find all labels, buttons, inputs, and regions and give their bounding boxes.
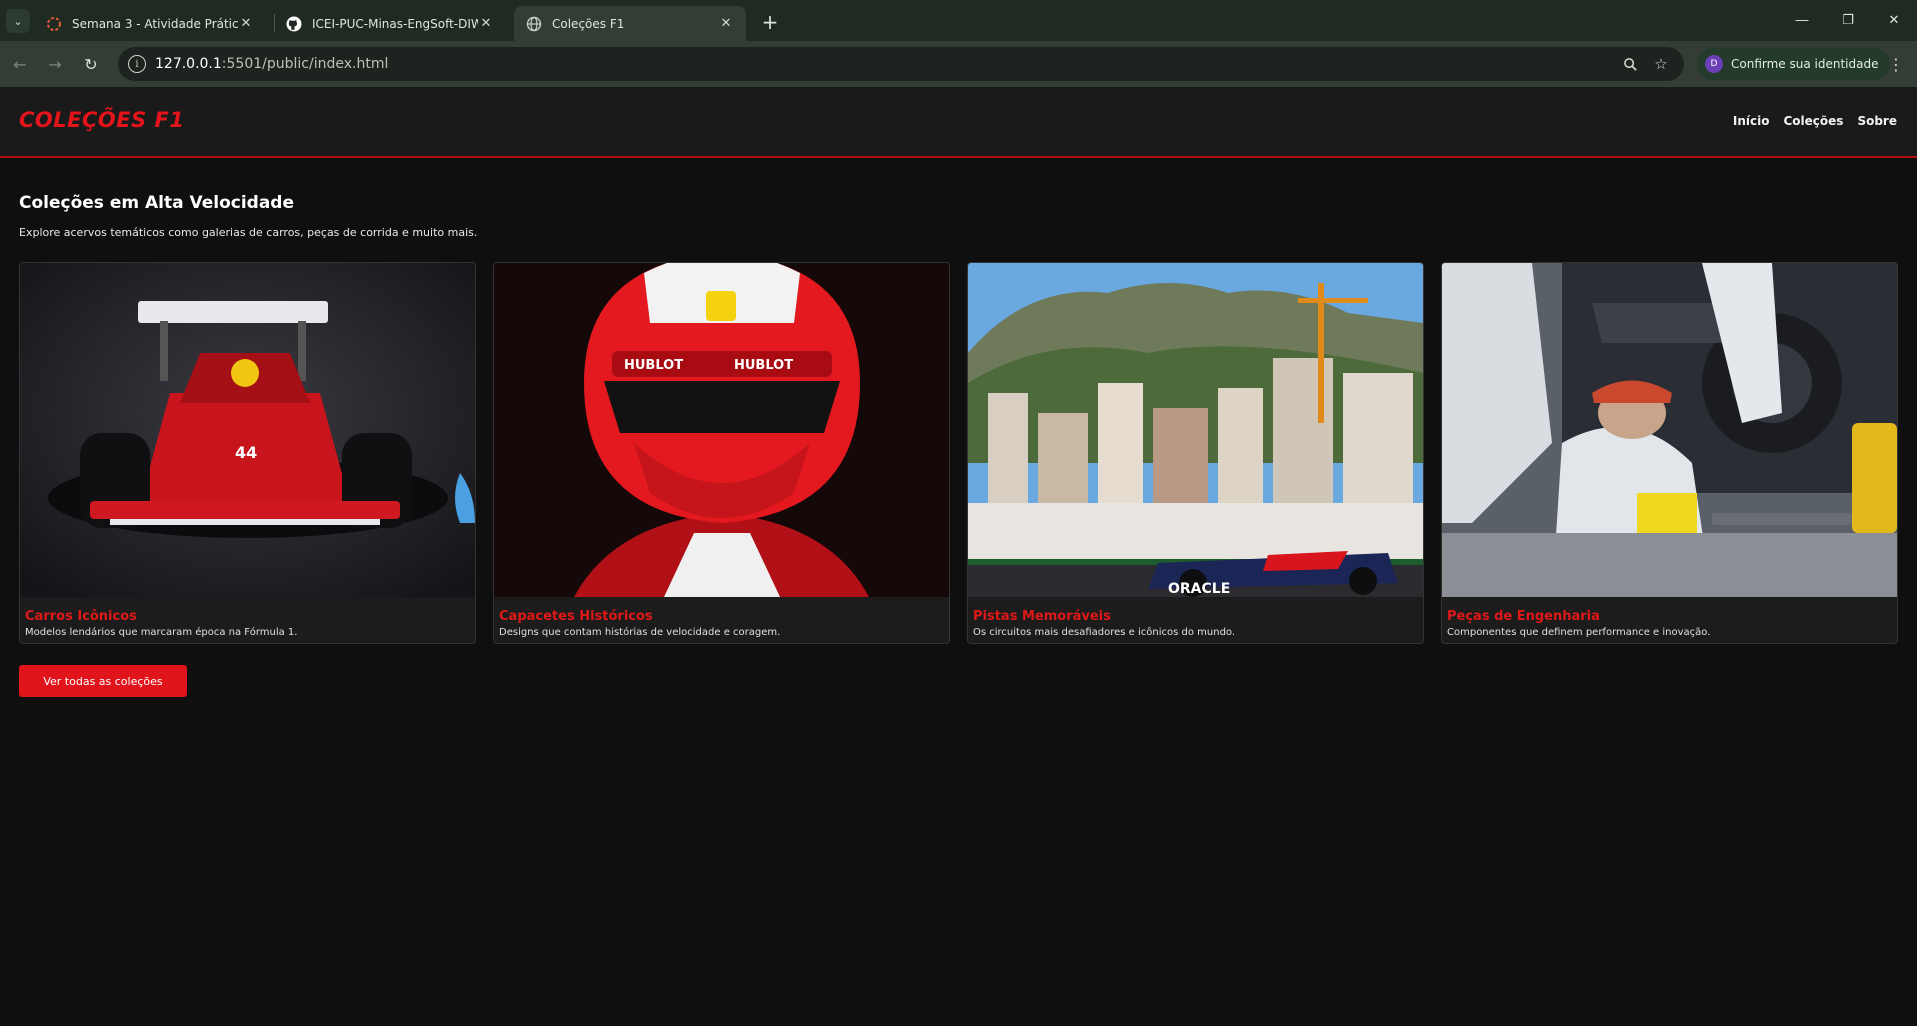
chevron-down-icon: ⌄	[13, 14, 23, 28]
close-icon: ✕	[1888, 12, 1900, 28]
new-tab-button[interactable]: +	[756, 8, 784, 36]
card-image-engineering	[1442, 263, 1897, 597]
site-header: COLEÇÕES F1 Início Coleções Sobre	[0, 87, 1917, 158]
browser-tab-atividade[interactable]: Semana 3 - Atividade Prática ✕	[34, 6, 266, 41]
tab-title: Semana 3 - Atividade Prática	[72, 16, 238, 31]
reload-icon: ↻	[84, 54, 98, 74]
zoom-icon[interactable]	[1620, 54, 1640, 74]
collection-card[interactable]: HUBLOT HUBLOT Capacetes Históricos Desig…	[493, 262, 950, 644]
card-description: Os circuitos mais desafiadores e icônico…	[973, 627, 1236, 638]
site-nav: Início Coleções Sobre	[1733, 114, 1897, 128]
collection-card[interactable]: 44 Carros Icônicos Modelos lendários que…	[19, 262, 476, 644]
card-title[interactable]: Capacetes Históricos	[499, 609, 653, 624]
view-all-collections-button[interactable]: Ver todas as coleções	[19, 665, 187, 697]
collection-cards: 44 Carros Icônicos Modelos lendários que…	[19, 262, 1898, 644]
url-host: 127.0.0.1	[155, 56, 222, 72]
close-tab-icon[interactable]: ✕	[718, 16, 734, 31]
profile-button[interactable]: D Confirme sua identidade	[1697, 48, 1891, 80]
browser-tab-colecoes[interactable]: Coleções F1 ✕	[514, 6, 746, 41]
card-image-helmet: HUBLOT HUBLOT	[494, 263, 949, 597]
nav-link-sobre[interactable]: Sobre	[1857, 114, 1897, 128]
bookmark-star-icon[interactable]: ☆	[1651, 54, 1671, 74]
site-logo[interactable]: COLEÇÕES F1	[19, 108, 185, 132]
card-image-track: ORACLE	[968, 263, 1423, 597]
card-title[interactable]: Peças de Engenharia	[1447, 609, 1600, 624]
minimize-icon: ―	[1795, 12, 1809, 28]
section-title: Coleções em Alta Velocidade	[19, 193, 295, 213]
url-text[interactable]: 127.0.0.1:5501/public/index.html	[155, 56, 388, 72]
svg-text:ORACLE: ORACLE	[1168, 581, 1230, 597]
arrow-right-icon: →	[48, 54, 62, 74]
browser-tab-strip: ⌄ Semana 3 - Atividade Prática ✕ ICEI-PU…	[0, 0, 1917, 41]
browser-toolbar: ← → ↻ i 127.0.0.1:5501/public/index.html…	[0, 41, 1917, 87]
forward-button[interactable]: →	[40, 49, 70, 79]
nav-link-colecoes[interactable]: Coleções	[1784, 114, 1844, 128]
close-window-button[interactable]: ✕	[1871, 0, 1917, 40]
card-description: Modelos lendários que marcaram época na …	[25, 627, 298, 638]
browser-menu-icon[interactable]: ⋮	[1885, 53, 1907, 75]
close-tab-icon[interactable]: ✕	[478, 16, 494, 31]
restore-button[interactable]: ❐	[1825, 0, 1871, 40]
back-button[interactable]: ←	[5, 49, 35, 79]
site-info-icon[interactable]: i	[128, 55, 146, 73]
address-bar[interactable]: i 127.0.0.1:5501/public/index.html ☆	[118, 47, 1684, 81]
url-path: :5501/public/index.html	[221, 56, 389, 72]
card-description: Designs que contam histórias de velocida…	[499, 627, 781, 638]
close-tab-icon[interactable]: ✕	[238, 16, 254, 31]
svg-text:HUBLOT: HUBLOT	[624, 358, 683, 373]
restore-icon: ❐	[1842, 12, 1854, 28]
tab-search-button[interactable]: ⌄	[6, 9, 30, 33]
reload-button[interactable]: ↻	[76, 49, 106, 79]
page-content: COLEÇÕES F1 Início Coleções Sobre Coleçõ…	[0, 87, 1917, 1026]
section-subtitle: Explore acervos temáticos como galerias …	[19, 226, 478, 239]
nav-link-inicio[interactable]: Início	[1733, 114, 1770, 128]
tab-title: ICEI-PUC-Minas-EngSoft-DIW/t	[312, 16, 478, 31]
svg-text:44: 44	[235, 443, 257, 462]
browser-tab-github[interactable]: ICEI-PUC-Minas-EngSoft-DIW/t ✕	[274, 6, 506, 41]
globe-icon	[526, 16, 542, 31]
collection-card[interactable]: ORACLE Pistas Memoráveis Os circuitos ma…	[967, 262, 1424, 644]
collection-card[interactable]: Peças de Engenharia Componentes que defi…	[1441, 262, 1898, 644]
profile-label: Confirme sua identidade	[1731, 57, 1879, 71]
card-title[interactable]: Carros Icônicos	[25, 609, 137, 624]
card-image-car: 44	[20, 263, 475, 597]
minimize-button[interactable]: ―	[1779, 0, 1825, 40]
plus-icon: +	[761, 10, 779, 34]
svg-text:HUBLOT: HUBLOT	[734, 358, 793, 373]
card-title[interactable]: Pistas Memoráveis	[973, 609, 1111, 624]
arrow-left-icon: ←	[13, 54, 27, 74]
card-description: Componentes que definem performance e in…	[1447, 627, 1711, 638]
avatar: D	[1705, 55, 1723, 73]
github-icon	[286, 16, 302, 31]
loading-spinner-icon	[47, 16, 61, 31]
tab-title: Coleções F1	[552, 16, 625, 31]
